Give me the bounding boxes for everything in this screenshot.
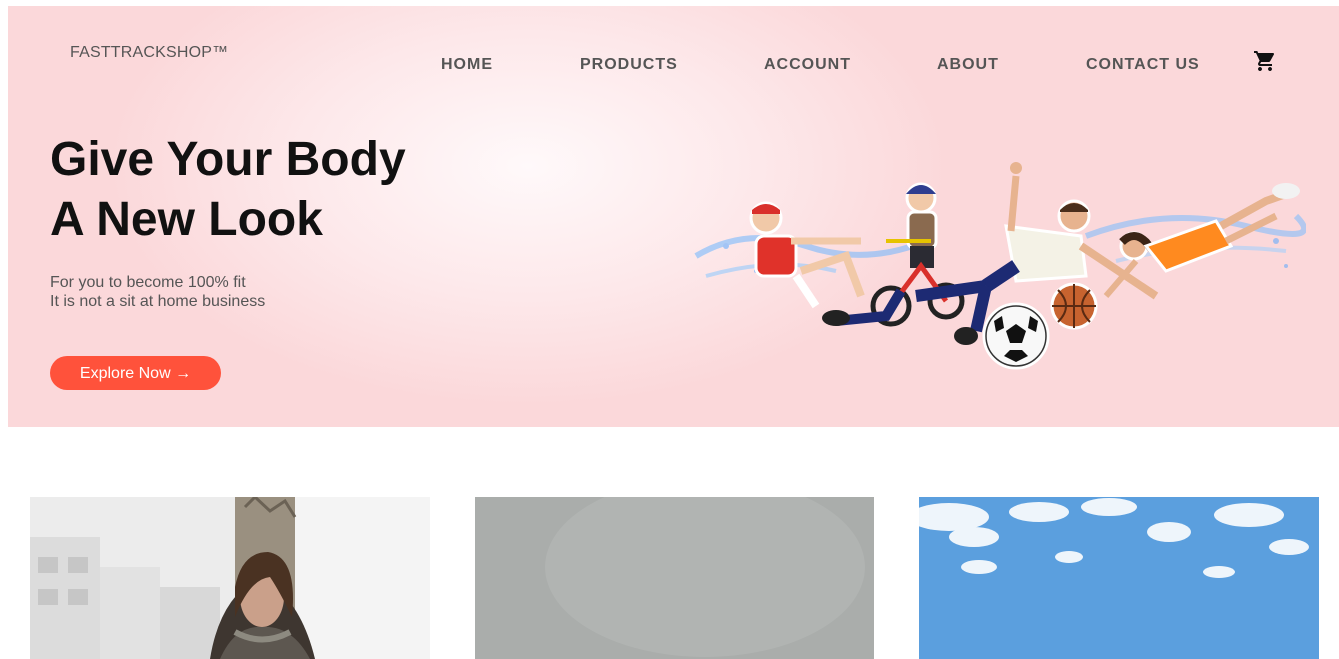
nav-item-home[interactable]: HOME <box>441 56 493 74</box>
hero-headline-line-1: Give Your Body <box>50 133 406 186</box>
woman-portrait-image <box>30 497 430 659</box>
shopping-cart-icon[interactable] <box>1253 49 1277 73</box>
featured-gallery <box>0 497 1339 659</box>
kids-sports-collage-image <box>694 162 1306 370</box>
hero-headline: Give Your Body A New Look <box>50 130 470 250</box>
hero-subtext-line-1: For you to become 100% fit <box>50 274 246 291</box>
hero-subtext: For you to become 100% fit It is not a s… <box>50 273 265 311</box>
nav-item-contact-us[interactable]: CONTACT US <box>1086 56 1200 74</box>
nav-item-account[interactable]: ACCOUNT <box>764 56 851 74</box>
gallery-card-woman-portrait[interactable] <box>30 497 430 659</box>
gray-backdrop-image <box>475 497 874 659</box>
blue-sky-clouds-image <box>919 497 1319 659</box>
nav-item-products[interactable]: PRODUCTS <box>580 56 678 74</box>
nav-item-about[interactable]: ABOUT <box>937 56 999 74</box>
hero-headline-line-2: A New Look <box>50 193 323 246</box>
main-nav: HOME PRODUCTS ACCOUNT ABOUT CONTACT US <box>8 56 1339 76</box>
gallery-card-gray[interactable] <box>475 497 874 659</box>
explore-now-button[interactable]: Explore Now → <box>50 356 221 390</box>
gallery-card-sky[interactable] <box>919 497 1319 659</box>
hero-subtext-line-2: It is not a sit at home business <box>50 293 266 310</box>
hero-banner: FASTTRACKSHOP™ HOME PRODUCTS ACCOUNT ABO… <box>8 6 1339 427</box>
